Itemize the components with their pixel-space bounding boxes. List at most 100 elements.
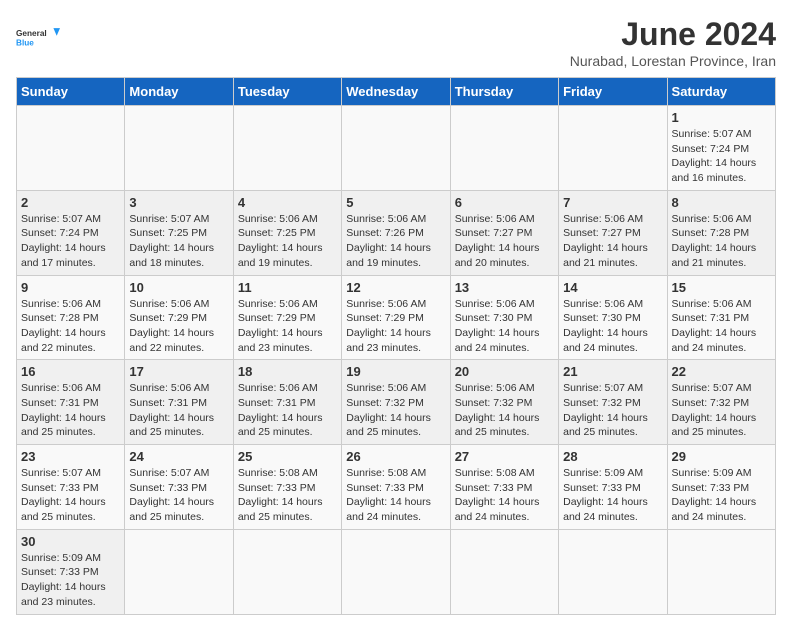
- day-number: 17: [129, 364, 228, 379]
- calendar-day-cell: 26 Sunrise: 5:08 AMSunset: 7:33 PMDayligh…: [342, 445, 450, 530]
- weekday-header-wednesday: Wednesday: [342, 78, 450, 106]
- calendar-day-cell: 8 Sunrise: 5:06 AMSunset: 7:28 PMDaylight…: [667, 190, 775, 275]
- day-number: 30: [21, 534, 120, 549]
- day-number: 10: [129, 280, 228, 295]
- calendar-day-cell: 14Sunrise: 5:06 AMSunset: 7:30 PMDayligh…: [559, 275, 667, 360]
- day-number: 4: [238, 195, 337, 210]
- day-info: Sunrise: 5:06 AMSunset: 7:27 PMDaylight:…: [563, 212, 662, 271]
- calendar-day-cell: 9Sunrise: 5:06 AMSunset: 7:28 PMDaylight…: [17, 275, 125, 360]
- weekday-header-tuesday: Tuesday: [233, 78, 341, 106]
- day-number: 1: [672, 110, 771, 125]
- calendar-day-cell: [342, 106, 450, 191]
- day-number: 22: [672, 364, 771, 379]
- calendar-day-cell: [450, 529, 558, 614]
- calendar-day-cell: 20Sunrise: 5:06 AMSunset: 7:32 PMDayligh…: [450, 360, 558, 445]
- day-info: Sunrise: 5:08 AMSunset: 7:33 PMDaylight:…: [455, 466, 554, 525]
- calendar-week-row: 9Sunrise: 5:06 AMSunset: 7:28 PMDaylight…: [17, 275, 776, 360]
- day-info: Sunrise: 5:06 AMSunset: 7:30 PMDaylight:…: [455, 297, 554, 356]
- calendar-day-cell: 3 Sunrise: 5:07 AMSunset: 7:25 PMDaylight…: [125, 190, 233, 275]
- day-number: 8: [672, 195, 771, 210]
- day-info: Sunrise: 5:08 AMSunset: 7:33 PMDaylight:…: [346, 466, 445, 525]
- calendar-day-cell: [559, 529, 667, 614]
- calendar-day-cell: 29 Sunrise: 5:09 AMSunset: 7:33 PMDayligh…: [667, 445, 775, 530]
- calendar-day-cell: 5 Sunrise: 5:06 AMSunset: 7:26 PMDaylight…: [342, 190, 450, 275]
- day-number: 27: [455, 449, 554, 464]
- weekday-header-monday: Monday: [125, 78, 233, 106]
- calendar-table: SundayMondayTuesdayWednesdayThursdayFrid…: [16, 77, 776, 615]
- calendar-day-cell: 19 Sunrise: 5:06 AMSunset: 7:32 PMDayligh…: [342, 360, 450, 445]
- calendar-day-cell: 10 Sunrise: 5:06 AMSunset: 7:29 PMDayligh…: [125, 275, 233, 360]
- day-number: 18: [238, 364, 337, 379]
- day-info: Sunrise: 5:09 AMSunset: 7:33 PMDaylight:…: [563, 466, 662, 525]
- day-info: Sunrise: 5:06 AMSunset: 7:31 PMDaylight:…: [238, 381, 337, 440]
- location-subheading: Nurabad, Lorestan Province, Iran: [570, 53, 776, 69]
- calendar-day-cell: 23Sunrise: 5:07 AMSunset: 7:33 PMDayligh…: [17, 445, 125, 530]
- day-info: Sunrise: 5:06 AMSunset: 7:26 PMDaylight:…: [346, 212, 445, 271]
- day-number: 29: [672, 449, 771, 464]
- day-number: 16: [21, 364, 120, 379]
- day-info: Sunrise: 5:06 AMSunset: 7:29 PMDaylight:…: [238, 297, 337, 356]
- calendar-week-row: 2 Sunrise: 5:07 AMSunset: 7:24 PMDaylight…: [17, 190, 776, 275]
- day-number: 11: [238, 280, 337, 295]
- day-number: 2: [21, 195, 120, 210]
- day-info: Sunrise: 5:06 AMSunset: 7:28 PMDaylight:…: [21, 297, 120, 356]
- day-number: 7: [563, 195, 662, 210]
- day-number: 12: [346, 280, 445, 295]
- day-number: 25: [238, 449, 337, 464]
- day-number: 6: [455, 195, 554, 210]
- calendar-day-cell: 30 Sunrise: 5:09 AMSunset: 7:33 PMDayligh…: [17, 529, 125, 614]
- weekday-header-saturday: Saturday: [667, 78, 775, 106]
- day-number: 28: [563, 449, 662, 464]
- logo: General Blue: [16, 16, 60, 60]
- calendar-day-cell: [559, 106, 667, 191]
- day-number: 24: [129, 449, 228, 464]
- calendar-day-cell: 4 Sunrise: 5:06 AMSunset: 7:25 PMDaylight…: [233, 190, 341, 275]
- day-info: Sunrise: 5:06 AMSunset: 7:31 PMDaylight:…: [129, 381, 228, 440]
- day-info: Sunrise: 5:09 AMSunset: 7:33 PMDaylight:…: [21, 551, 120, 610]
- calendar-day-cell: 13 Sunrise: 5:06 AMSunset: 7:30 PMDayligh…: [450, 275, 558, 360]
- day-info: Sunrise: 5:06 AMSunset: 7:32 PMDaylight:…: [346, 381, 445, 440]
- calendar-day-cell: [17, 106, 125, 191]
- day-info: Sunrise: 5:07 AMSunset: 7:32 PMDaylight:…: [672, 381, 771, 440]
- calendar-day-cell: 28 Sunrise: 5:09 AMSunset: 7:33 PMDayligh…: [559, 445, 667, 530]
- day-number: 13: [455, 280, 554, 295]
- calendar-day-cell: 11 Sunrise: 5:06 AMSunset: 7:29 PMDayligh…: [233, 275, 341, 360]
- day-info: Sunrise: 5:06 AMSunset: 7:29 PMDaylight:…: [129, 297, 228, 356]
- day-info: Sunrise: 5:09 AMSunset: 7:33 PMDaylight:…: [672, 466, 771, 525]
- day-number: 21: [563, 364, 662, 379]
- title-block: June 2024 Nurabad, Lorestan Province, Ir…: [570, 16, 776, 69]
- calendar-day-cell: [125, 529, 233, 614]
- day-number: 19: [346, 364, 445, 379]
- day-info: Sunrise: 5:07 AMSunset: 7:24 PMDaylight:…: [21, 212, 120, 271]
- day-number: 5: [346, 195, 445, 210]
- calendar-day-cell: [233, 529, 341, 614]
- calendar-week-row: 23Sunrise: 5:07 AMSunset: 7:33 PMDayligh…: [17, 445, 776, 530]
- day-info: Sunrise: 5:08 AMSunset: 7:33 PMDaylight:…: [238, 466, 337, 525]
- calendar-day-cell: 6Sunrise: 5:06 AMSunset: 7:27 PMDaylight…: [450, 190, 558, 275]
- day-info: Sunrise: 5:07 AMSunset: 7:33 PMDaylight:…: [129, 466, 228, 525]
- day-info: Sunrise: 5:06 AMSunset: 7:29 PMDaylight:…: [346, 297, 445, 356]
- calendar-day-cell: [667, 529, 775, 614]
- calendar-day-cell: 16Sunrise: 5:06 AMSunset: 7:31 PMDayligh…: [17, 360, 125, 445]
- calendar-day-cell: 27 Sunrise: 5:08 AMSunset: 7:33 PMDayligh…: [450, 445, 558, 530]
- day-info: Sunrise: 5:06 AMSunset: 7:32 PMDaylight:…: [455, 381, 554, 440]
- calendar-day-cell: [125, 106, 233, 191]
- day-info: Sunrise: 5:07 AMSunset: 7:33 PMDaylight:…: [21, 466, 120, 525]
- day-info: Sunrise: 5:06 AMSunset: 7:25 PMDaylight:…: [238, 212, 337, 271]
- calendar-week-row: 30 Sunrise: 5:09 AMSunset: 7:33 PMDayligh…: [17, 529, 776, 614]
- day-number: 26: [346, 449, 445, 464]
- calendar-day-cell: 18 Sunrise: 5:06 AMSunset: 7:31 PMDayligh…: [233, 360, 341, 445]
- generalblue-logo-icon: General Blue: [16, 16, 60, 60]
- calendar-day-cell: 24 Sunrise: 5:07 AMSunset: 7:33 PMDayligh…: [125, 445, 233, 530]
- svg-text:General: General: [16, 29, 47, 38]
- calendar-day-cell: [450, 106, 558, 191]
- month-year-heading: June 2024: [570, 16, 776, 53]
- day-info: Sunrise: 5:07 AMSunset: 7:25 PMDaylight:…: [129, 212, 228, 271]
- day-info: Sunrise: 5:06 AMSunset: 7:28 PMDaylight:…: [672, 212, 771, 271]
- day-info: Sunrise: 5:06 AMSunset: 7:31 PMDaylight:…: [672, 297, 771, 356]
- calendar-day-cell: 22 Sunrise: 5:07 AMSunset: 7:32 PMDayligh…: [667, 360, 775, 445]
- calendar-day-cell: 15Sunrise: 5:06 AMSunset: 7:31 PMDayligh…: [667, 275, 775, 360]
- day-number: 3: [129, 195, 228, 210]
- calendar-week-row: 1Sunrise: 5:07 AMSunset: 7:24 PMDaylight…: [17, 106, 776, 191]
- calendar-day-cell: [233, 106, 341, 191]
